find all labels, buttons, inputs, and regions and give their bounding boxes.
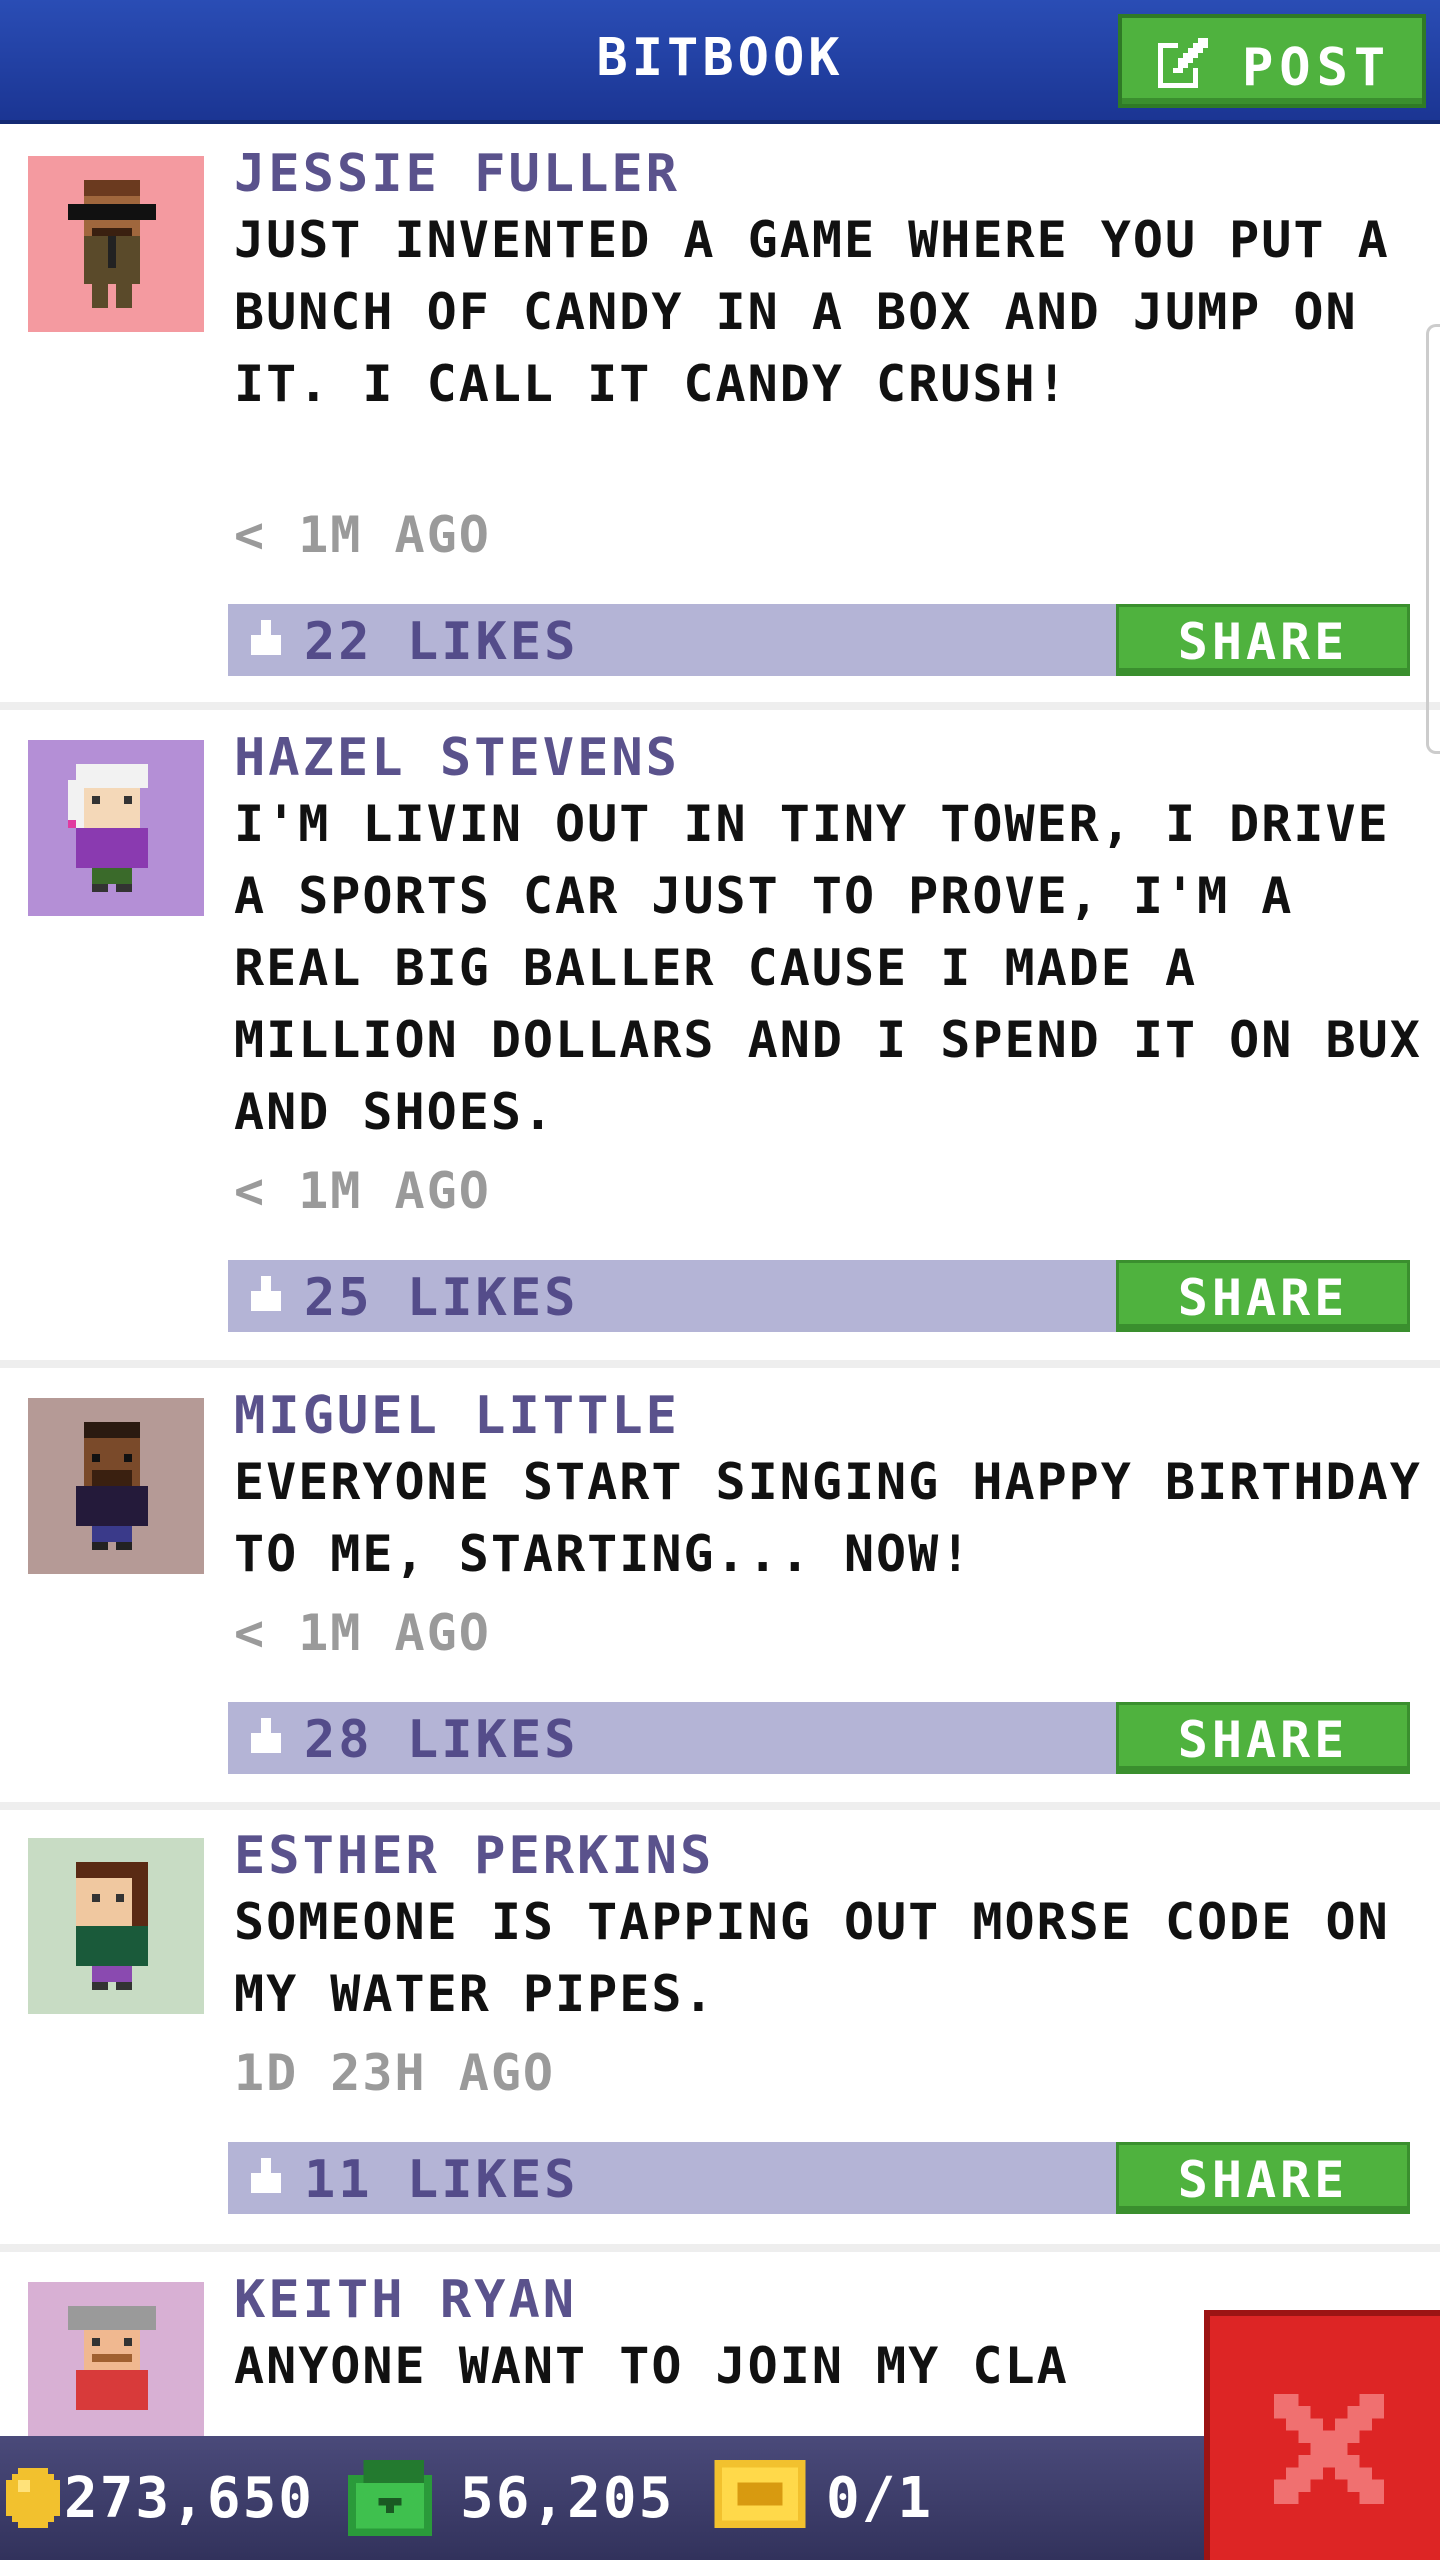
close-button[interactable] xyxy=(1204,2310,1440,2560)
share-button-label: SHARE xyxy=(1177,613,1349,671)
ticket-count: 0/1 xyxy=(826,2466,934,2531)
like-count: 11 LIKES xyxy=(304,2150,579,2210)
bux-icon xyxy=(348,2460,432,2536)
avatar-hazel-stevens xyxy=(28,740,204,916)
post-button-label: POST xyxy=(1242,38,1392,98)
share-button-label: SHARE xyxy=(1177,1711,1349,1769)
post-author[interactable]: HAZEL STEVENS xyxy=(234,728,680,788)
like-count: 22 LIKES xyxy=(304,612,579,672)
avatar[interactable] xyxy=(28,156,204,332)
thumbs-up-icon xyxy=(251,1718,281,1753)
avatar[interactable] xyxy=(28,1838,204,2014)
ticket-icon xyxy=(714,2460,806,2528)
edit-icon xyxy=(1158,38,1208,88)
bux-count: 56,205 xyxy=(460,2466,675,2531)
avatar-esther-perkins xyxy=(28,1838,204,2014)
post-time: < 1M AGO xyxy=(234,1162,491,1220)
share-button-label: SHARE xyxy=(1177,1269,1349,1327)
share-button[interactable]: SHARE xyxy=(1116,1260,1410,1332)
post-author[interactable]: JESSIE FULLER xyxy=(234,144,680,204)
feed-post: JESSIE FULLER JUST INVENTED A GAME WHERE… xyxy=(0,128,1440,710)
share-button-label: SHARE xyxy=(1177,2151,1349,2209)
thumbs-up-icon xyxy=(251,1276,281,1311)
avatar-keith-ryan xyxy=(28,2282,204,2436)
coin-icon xyxy=(6,2468,60,2528)
feed-post: HAZEL STEVENS I'M LIVIN OUT IN TINY TOWE… xyxy=(0,712,1440,1368)
avatar[interactable] xyxy=(28,740,204,916)
post-button[interactable]: POST xyxy=(1118,14,1426,108)
like-bar[interactable]: 28 LIKES SHARE xyxy=(228,1702,1410,1774)
share-button[interactable]: SHARE xyxy=(1116,1702,1410,1774)
like-count: 25 LIKES xyxy=(304,1268,579,1328)
feed[interactable]: JESSIE FULLER JUST INVENTED A GAME WHERE… xyxy=(0,128,1440,2436)
app-header: BITBOOK POST xyxy=(0,0,1440,124)
like-bar[interactable]: 11 LIKES SHARE xyxy=(228,2142,1410,2214)
like-bar[interactable]: 22 LIKES SHARE xyxy=(228,604,1410,676)
avatar[interactable] xyxy=(28,2282,204,2436)
feed-post: MIGUEL LITTLE EVERYONE START SINGING HAP… xyxy=(0,1370,1440,1810)
close-icon xyxy=(1274,2394,1384,2504)
post-message: JUST INVENTED A GAME WHERE YOU PUT A BUN… xyxy=(234,211,1390,413)
post-author[interactable]: ESTHER PERKINS xyxy=(234,1826,714,1886)
like-count: 28 LIKES xyxy=(304,1710,579,1770)
thumbs-up-icon xyxy=(251,620,281,655)
share-button[interactable]: SHARE xyxy=(1116,2142,1410,2214)
post-author[interactable]: MIGUEL LITTLE xyxy=(234,1386,680,1446)
avatar[interactable] xyxy=(28,1398,204,1574)
avatar-jessie-fuller xyxy=(28,156,204,332)
share-button[interactable]: SHARE xyxy=(1116,604,1410,676)
post-message: SOMEONE IS TAPPING OUT MORSE CODE ON MY … xyxy=(234,1893,1390,2023)
avatar-miguel-little xyxy=(28,1398,204,1574)
thumbs-up-icon xyxy=(251,2158,281,2193)
like-bar[interactable]: 25 LIKES SHARE xyxy=(228,1260,1410,1332)
post-time: < 1M AGO xyxy=(234,506,491,564)
post-message: I'M LIVIN OUT IN TINY TOWER, I DRIVE A S… xyxy=(234,795,1422,1141)
scrollbar[interactable] xyxy=(1426,324,1440,754)
coin-count: 273,650 xyxy=(64,2466,315,2531)
feed-post: ESTHER PERKINS SOMEONE IS TAPPING OUT MO… xyxy=(0,1810,1440,2252)
post-time: 1D 23H AGO xyxy=(234,2044,556,2102)
post-time: < 1M AGO xyxy=(234,1604,491,1662)
post-message: EVERYONE START SINGING HAPPY BIRTHDAY TO… xyxy=(234,1453,1422,1583)
post-author[interactable]: KEITH RYAN xyxy=(234,2270,577,2330)
